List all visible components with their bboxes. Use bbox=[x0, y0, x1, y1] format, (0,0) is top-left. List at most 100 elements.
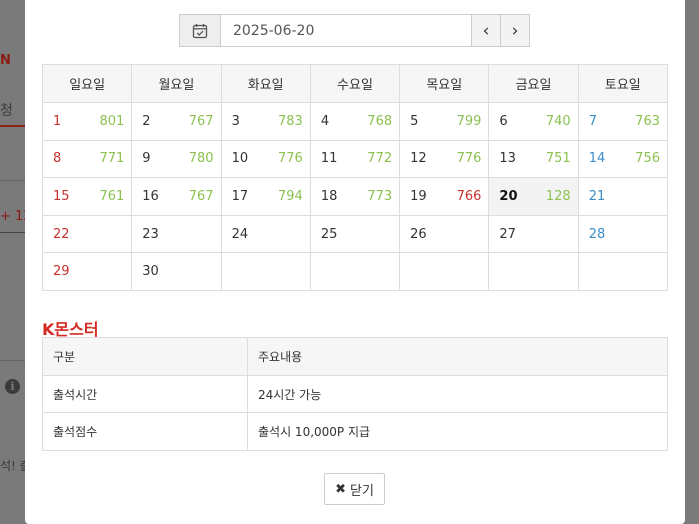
date-picker-bar: ‹ › bbox=[179, 14, 530, 47]
attendance-count: 780 bbox=[188, 151, 214, 167]
calendar-day-cell[interactable]: 9 780 bbox=[131, 139, 222, 179]
calendar-day-cell[interactable]: 18 773 bbox=[309, 177, 401, 216]
calendar-day-cell[interactable]: 5 799 bbox=[399, 102, 490, 141]
day-number: 13 bbox=[499, 151, 516, 167]
attendance-count: 767 bbox=[188, 188, 214, 204]
calendar-day-cell bbox=[488, 252, 579, 291]
calendar-day-cell[interactable]: 25 bbox=[309, 214, 401, 254]
close-button[interactable]: ✖ 닫기 bbox=[324, 473, 385, 505]
day-number: 10 bbox=[231, 151, 249, 167]
calendar-day-cell[interactable]: 13 751 bbox=[488, 139, 579, 179]
calendar-day-cell[interactable]: 17 794 bbox=[220, 177, 311, 216]
next-month-button[interactable]: › bbox=[500, 15, 529, 46]
day-number: 14 bbox=[588, 151, 606, 167]
calendar-day-cell[interactable]: 8 771 bbox=[41, 139, 133, 179]
attendance-count: 794 bbox=[278, 188, 303, 204]
calendar-day-cell[interactable]: 28 bbox=[577, 214, 669, 254]
day-number: 6 bbox=[499, 113, 508, 129]
day-number: 5 bbox=[410, 113, 419, 129]
attendance-count: 740 bbox=[545, 113, 571, 129]
calendar-day-cell[interactable]: 3 783 bbox=[220, 102, 311, 141]
calendar-day-cell[interactable]: 4 768 bbox=[309, 102, 401, 141]
day-number: 21 bbox=[588, 188, 606, 204]
day-number: 7 bbox=[588, 113, 597, 129]
day-number: 26 bbox=[410, 226, 427, 242]
calendar-day-cell[interactable]: 1 801 bbox=[41, 102, 133, 141]
calendar-week-row: 1 801 2 767 3 783 4 768 5 799 6 740 7 763 bbox=[41, 102, 669, 141]
calendar-day-cell[interactable]: 22 bbox=[41, 214, 133, 254]
day-number: 11 bbox=[320, 151, 338, 167]
bg-badge: N bbox=[0, 53, 11, 68]
calendar-week-row: 29 30 bbox=[41, 252, 669, 291]
attendance-count: 756 bbox=[635, 151, 660, 167]
attendance-count: 766 bbox=[456, 188, 482, 204]
attendance-count: 783 bbox=[278, 113, 303, 129]
calendar-day-cell[interactable]: 11 772 bbox=[309, 139, 401, 179]
weekday-fri: 금요일 bbox=[488, 64, 579, 103]
calendar-day-cell[interactable]: 29 bbox=[41, 252, 133, 291]
day-number: 19 bbox=[410, 188, 427, 204]
calendar-day-cell[interactable]: 6 740 bbox=[488, 102, 579, 141]
attendance-calendar: 일요일 월요일 화요일 수요일 목요일 금요일 토요일 1 801 2 767 3 783… bbox=[41, 64, 669, 291]
weekday-thu: 목요일 bbox=[399, 64, 490, 103]
calendar-day-cell[interactable]: 21 bbox=[577, 177, 669, 216]
day-number: 24 bbox=[231, 226, 249, 242]
weekday-wed: 수요일 bbox=[309, 64, 401, 103]
calendar-week-row: 22 23 24 25 26 27 28 bbox=[41, 214, 669, 254]
calendar-day-cell[interactable]: 15 761 bbox=[41, 177, 133, 216]
weekday-mon: 월요일 bbox=[131, 64, 222, 103]
bg-divider-3 bbox=[0, 360, 26, 361]
attendance-count: 751 bbox=[545, 151, 571, 167]
attendance-count: 761 bbox=[99, 188, 125, 204]
calendar-day-cell[interactable]: 10 776 bbox=[220, 139, 311, 179]
calendar-day-cell[interactable]: 14 756 bbox=[577, 139, 669, 179]
calendar-day-cell[interactable]: 19 766 bbox=[399, 177, 490, 216]
attendance-count: 772 bbox=[367, 151, 393, 167]
calendar-day-cell[interactable]: 27 bbox=[488, 214, 579, 254]
attendance-count: 776 bbox=[278, 151, 303, 167]
date-input[interactable] bbox=[221, 15, 471, 46]
calendar-day-cell[interactable]: 2 767 bbox=[131, 102, 222, 141]
info-cell-label: 출석시간 bbox=[42, 374, 248, 414]
close-icon: ✖ bbox=[335, 481, 346, 497]
bg-tab-fragment: 청 bbox=[0, 103, 13, 119]
day-number: 22 bbox=[53, 226, 70, 242]
info-cell-value: 출석시 10,000P 지급 bbox=[247, 412, 668, 452]
attendance-count: 801 bbox=[99, 113, 125, 129]
attendance-count: 773 bbox=[367, 188, 393, 204]
bg-divider bbox=[0, 180, 26, 181]
attendance-count: 776 bbox=[456, 151, 482, 167]
day-number: 8 bbox=[53, 151, 62, 167]
attendance-modal: ‹ › 일요일 월요일 화요일 수요일 목요일 금요일 토요일 18012767… bbox=[25, 0, 685, 524]
calendar-day-cell[interactable]: 30 bbox=[131, 252, 222, 291]
weekday-header-row: 일요일 월요일 화요일 수요일 목요일 금요일 토요일 bbox=[41, 64, 669, 103]
attendance-count: 767 bbox=[188, 113, 214, 129]
calendar-day-cell[interactable]: 20 128 bbox=[488, 177, 579, 216]
attendance-count: 763 bbox=[635, 113, 660, 129]
info-cell-value: 24시간 가능 bbox=[247, 374, 668, 414]
info-cell-label: 출석점수 bbox=[42, 412, 248, 452]
chevron-left-icon: ‹ bbox=[482, 20, 490, 41]
info-header-content: 주요내용 bbox=[247, 337, 668, 376]
calendar-week-row: 8 771 9 780 10 776 11 772 12 776 13 751 14 756 bbox=[41, 139, 669, 179]
calendar-day-cell[interactable]: 12 776 bbox=[399, 139, 490, 179]
calendar-day-cell[interactable]: 23 bbox=[131, 214, 222, 254]
close-label: 닫기 bbox=[349, 483, 374, 499]
attendance-count: 799 bbox=[456, 113, 482, 129]
calendar-day-cell bbox=[309, 252, 401, 291]
calendar-day-cell[interactable]: 7 763 bbox=[577, 102, 669, 141]
table-row: 출석점수 출석시 10,000P 지급 bbox=[42, 412, 668, 452]
attendance-count: 771 bbox=[99, 151, 125, 167]
calendar-day-cell[interactable]: 24 bbox=[220, 214, 311, 254]
day-number: 12 bbox=[410, 151, 427, 167]
calendar-day-cell[interactable]: 16 767 bbox=[131, 177, 222, 216]
day-number: 29 bbox=[53, 264, 70, 280]
calendar-day-cell bbox=[577, 252, 669, 291]
weekday-sun: 일요일 bbox=[41, 64, 133, 103]
prev-month-button[interactable]: ‹ bbox=[471, 15, 500, 46]
day-number: 30 bbox=[142, 264, 159, 280]
calendar-icon[interactable] bbox=[180, 15, 221, 46]
calendar-week-row: 15 761 16 767 17 794 18 773 19 766 20 128 21 bbox=[41, 177, 669, 216]
weekday-tue: 화요일 bbox=[220, 64, 311, 103]
calendar-day-cell[interactable]: 26 bbox=[399, 214, 490, 254]
